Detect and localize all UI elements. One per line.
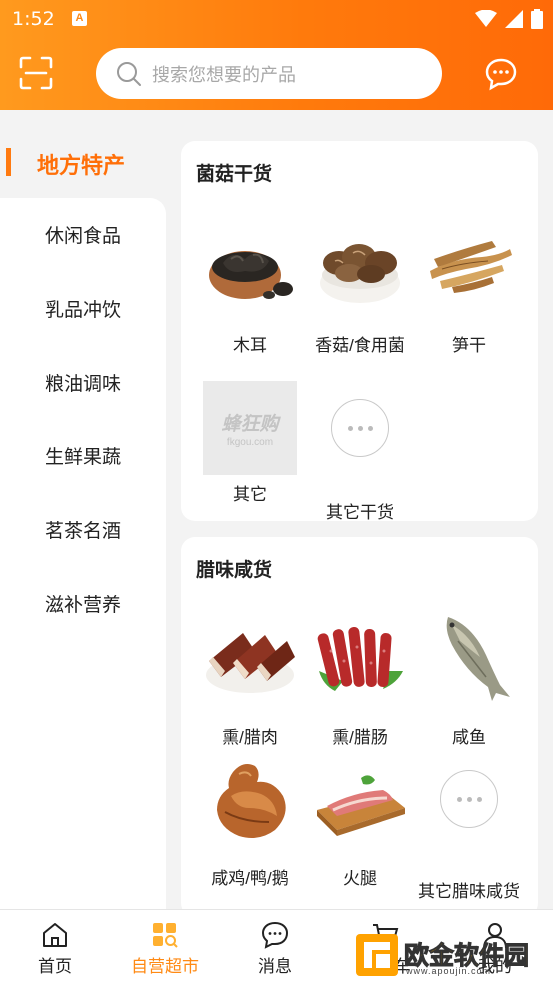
product-item[interactable]: 蜂狂购 fkgou.com 其它: [198, 381, 302, 508]
product-name: 笋干: [452, 336, 486, 355]
shiitake-image: [320, 244, 400, 303]
placeholder-domain: fkgou.com: [226, 436, 274, 448]
product-item[interactable]: 熏/腊肉: [198, 611, 302, 751]
product-item[interactable]: 其它腊味咸货: [417, 752, 521, 905]
product-name: 熏/腊肉: [222, 728, 278, 747]
chat-icon: [261, 921, 289, 949]
salted-poultry-image: [217, 764, 286, 838]
sidebar-item-grain-oil[interactable]: 粮油调味: [0, 360, 166, 410]
message-icon[interactable]: [484, 57, 518, 91]
bamboo-shoot-image: [430, 241, 512, 293]
scan-icon[interactable]: [19, 56, 53, 90]
sidebar-item-snacks[interactable]: 休闲食品: [0, 212, 166, 262]
notification-icon: A: [72, 11, 87, 26]
nav-messages-label: 消息: [258, 957, 292, 976]
section-title: 菌菇干货: [196, 164, 273, 185]
sidebar-active-label: 地方特产: [37, 153, 126, 178]
nav-home[interactable]: 首页: [0, 910, 110, 984]
sidebar-item-tea-wine[interactable]: 茗茶名酒: [0, 507, 166, 557]
sausage-image: [317, 627, 403, 691]
watermark-url: www.apoujin.com: [406, 966, 492, 976]
product-name: 其它: [233, 485, 267, 504]
product-name: 木耳: [233, 336, 267, 355]
signal-icon: [505, 10, 523, 28]
ham-image: [317, 775, 405, 836]
placeholder-logo: 蜂狂购: [221, 413, 279, 435]
sidebar-item-nutrition[interactable]: 滋补营养: [0, 581, 166, 631]
section-dried-mushrooms: 菌菇干货 木耳 香菇/食用菌 笋干 蜂狂购 fkgou.com 其它 其它干货: [181, 141, 538, 522]
battery-icon: [531, 9, 543, 29]
product-name: 咸鸡/鸭/鹅: [211, 869, 289, 888]
sidebar-item-dairy[interactable]: 乳品冲饮: [0, 286, 166, 336]
more-icon: [331, 399, 389, 457]
product-item[interactable]: 笋干: [417, 219, 521, 359]
placeholder-image: 蜂狂购 fkgou.com: [203, 381, 297, 475]
nav-messages[interactable]: 消息: [220, 910, 330, 984]
product-name: 咸鱼: [452, 728, 486, 747]
search-placeholder: 搜索您想要的产品: [152, 64, 296, 85]
product-name: 其它腊味咸货: [418, 882, 520, 901]
watermark-logo-icon: [356, 934, 398, 976]
more-icon: [440, 770, 498, 828]
header: 1:52 A 搜索您想要的产品: [0, 0, 553, 110]
product-item[interactable]: 其它干货: [308, 381, 412, 526]
product-item[interactable]: 咸鸡/鸭/鹅: [198, 752, 302, 892]
product-name: 火腿: [343, 869, 377, 888]
grid-search-icon: [153, 923, 178, 948]
watermark: 欧金软件园 www.apoujin.com: [356, 934, 546, 976]
product-name: 熏/腊肠: [332, 728, 388, 747]
sidebar: 休闲食品 乳品冲饮 粮油调味 生鲜果蔬 茗茶名酒 滋补营养: [0, 198, 166, 918]
status-time: 1:52: [12, 8, 55, 30]
active-indicator: [6, 148, 11, 176]
cured-meat-image: [206, 633, 295, 693]
product-name: 其它干货: [326, 503, 394, 522]
sidebar-item-fresh[interactable]: 生鲜果蔬: [0, 433, 166, 483]
product-item[interactable]: 香菇/食用菌: [308, 219, 412, 359]
search-bar[interactable]: 搜索您想要的产品: [96, 48, 442, 99]
product-item[interactable]: 咸鱼: [417, 611, 521, 751]
home-icon: [43, 923, 67, 947]
product-name: 香菇/食用菌: [315, 336, 405, 355]
nav-supermarket-label: 自营超市: [131, 957, 199, 976]
product-item[interactable]: 熏/腊肠: [308, 611, 412, 751]
search-icon: [117, 61, 141, 86]
section-cured-goods: 腊味咸货 熏/腊肉 熏/腊肠 咸鱼 咸鸡/鸭/鹅 火腿 其它腊味咸货: [181, 537, 538, 917]
nav-home-label: 首页: [38, 957, 72, 976]
product-item[interactable]: 木耳: [198, 219, 302, 359]
status-bar: 1:52 A: [0, 0, 553, 40]
wifi-icon: [475, 10, 497, 27]
nav-supermarket[interactable]: 自营超市: [110, 910, 220, 984]
product-item[interactable]: 火腿: [308, 752, 412, 892]
sidebar-item-active[interactable]: 地方特产: [0, 130, 166, 194]
wood-ear-image: [209, 251, 293, 299]
salted-fish-image: [446, 617, 510, 701]
section-title: 腊味咸货: [196, 560, 273, 581]
